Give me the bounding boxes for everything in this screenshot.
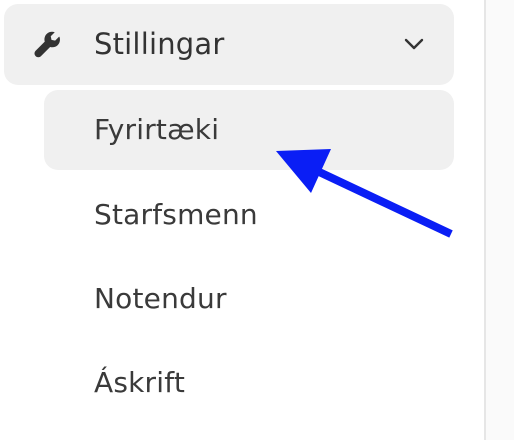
sidebar-item-label: Áskrift (94, 366, 185, 399)
sidebar-item-notendur[interactable]: Notendur (44, 259, 454, 339)
sidebar-item-label: Notendur (94, 282, 227, 315)
chevron-down-icon[interactable] (401, 34, 427, 54)
wrench-icon (34, 31, 60, 58)
sidebar-item-starfsmenn[interactable]: Starfsmenn (44, 175, 454, 255)
sidebar-item-label: Starfsmenn (94, 198, 258, 231)
app-page: Stillingar Fyrirtæki Starfsmenn Notendur… (0, 0, 514, 440)
main-content-area (486, 0, 514, 440)
sidebar-item-fyrirtaeki[interactable]: Fyrirtæki (44, 90, 454, 170)
sidebar-section-label: Stillingar (94, 27, 225, 61)
sidebar-item-label: Fyrirtæki (94, 113, 220, 146)
sidebar-item-askrift[interactable]: Áskrift (44, 343, 454, 423)
sidebar-section-stillingar[interactable]: Stillingar (4, 4, 454, 85)
